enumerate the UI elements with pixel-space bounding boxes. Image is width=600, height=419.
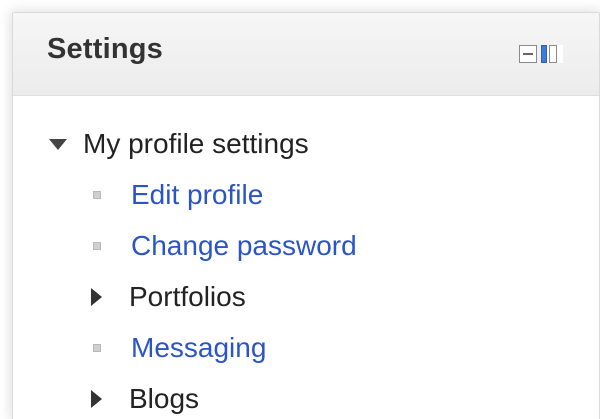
messaging-link[interactable]: Messaging xyxy=(131,332,266,364)
change-password-link[interactable]: Change password xyxy=(131,230,357,262)
tree-node-label: My profile settings xyxy=(83,127,309,159)
tree-item-messaging[interactable]: Messaging xyxy=(13,322,599,373)
square-bullet-icon xyxy=(93,190,101,199)
hide-block-icon[interactable] xyxy=(519,45,537,63)
tree-node-blogs[interactable]: Blogs xyxy=(13,373,599,419)
block-controls xyxy=(519,45,563,63)
block-header: Settings xyxy=(13,13,599,96)
dock-bar-blue-icon xyxy=(541,45,547,63)
settings-block: Settings My profile settings Edit profil… xyxy=(12,12,600,419)
tree-node-portfolios[interactable]: Portfolios xyxy=(13,271,599,322)
block-content: My profile settings Edit profile Change … xyxy=(13,96,599,419)
tree-node-my-profile-settings[interactable]: My profile settings xyxy=(13,118,599,169)
square-bullet-icon xyxy=(93,343,101,352)
tree-item-edit-profile[interactable]: Edit profile xyxy=(13,169,599,220)
blogs-label[interactable]: Blogs xyxy=(129,383,199,415)
triangle-down-icon[interactable] xyxy=(49,139,67,150)
triangle-right-icon[interactable] xyxy=(91,389,102,408)
dock-bar-icon xyxy=(549,45,557,63)
portfolios-label[interactable]: Portfolios xyxy=(129,281,246,313)
dock-block-icon[interactable] xyxy=(541,45,563,63)
block-title: Settings xyxy=(47,33,163,65)
tree-item-change-password[interactable]: Change password xyxy=(13,220,599,271)
triangle-right-icon[interactable] xyxy=(91,287,102,306)
edit-profile-link[interactable]: Edit profile xyxy=(131,179,263,211)
page: Settings My profile settings Edit profil… xyxy=(0,0,600,419)
square-bullet-icon xyxy=(93,241,101,250)
